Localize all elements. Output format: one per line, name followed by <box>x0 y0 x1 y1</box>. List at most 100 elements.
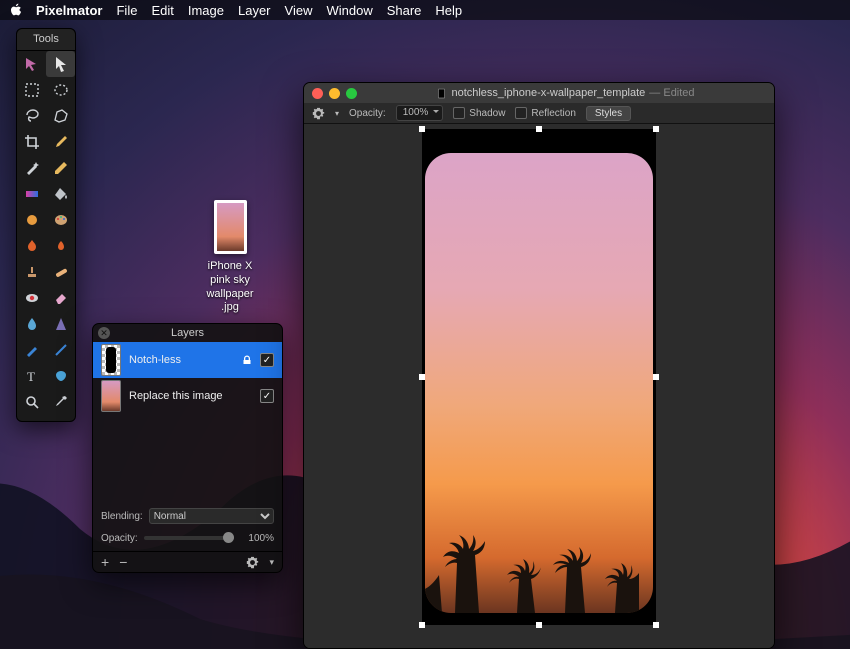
burn-tool-icon[interactable] <box>17 233 46 259</box>
move-tool-icon[interactable] <box>17 51 46 77</box>
canvas[interactable] <box>304 125 774 648</box>
tools-grid: T <box>17 51 75 415</box>
file-thumbnail <box>214 200 247 254</box>
palm-silhouettes <box>425 493 653 613</box>
layers-footer: + − ▾ <box>93 551 282 572</box>
zoom-window-button[interactable] <box>346 88 357 99</box>
layers-header[interactable]: ✕ Layers <box>93 324 282 342</box>
pencil-tool-icon[interactable] <box>46 155 75 181</box>
blending-select[interactable]: Normal <box>149 508 274 524</box>
sharpen-tool-icon[interactable] <box>46 311 75 337</box>
opacity-label: Opacity: <box>101 533 138 544</box>
layer-thumbnail <box>101 344 121 376</box>
layer-name: Replace this image <box>129 390 252 402</box>
layer-row[interactable]: Replace this image ✓ <box>93 378 282 414</box>
selection-handle[interactable] <box>536 126 542 132</box>
titlebar[interactable]: notchless_iphone-x-wallpaper_template — … <box>304 83 774 103</box>
red-eye-tool-icon[interactable] <box>17 285 46 311</box>
opacity-label: Opacity: <box>349 108 386 119</box>
document-title: notchless_iphone-x-wallpaper_template <box>451 87 645 99</box>
menu-share[interactable]: Share <box>387 3 422 18</box>
minimize-window-button[interactable] <box>329 88 340 99</box>
apple-logo-icon[interactable] <box>10 3 22 17</box>
bucket-tool-icon[interactable] <box>46 181 75 207</box>
tools-panel: Tools T <box>16 28 76 422</box>
layers-list: Notch-less ✓ Replace this image ✓ <box>93 342 282 501</box>
file-name: iPhone X pink sky wallpaper .jpg <box>200 260 260 315</box>
svg-text:T: T <box>27 369 35 384</box>
shadow-checkbox[interactable]: Shadow <box>453 107 505 119</box>
selection-handle[interactable] <box>419 126 425 132</box>
menu-view[interactable]: View <box>285 3 313 18</box>
ellipse-select-tool-icon[interactable] <box>46 77 75 103</box>
visibility-checkbox[interactable]: ✓ <box>260 353 274 367</box>
artboard-image <box>425 153 653 613</box>
paint-tool-icon[interactable] <box>46 207 75 233</box>
lock-icon <box>242 355 252 365</box>
chevron-down-icon[interactable]: ▾ <box>269 557 274 568</box>
document-options-bar: ▾ Opacity: 100% Shadow Reflection Styles <box>304 103 774 124</box>
opacity-slider[interactable] <box>144 536 234 540</box>
close-window-button[interactable] <box>312 88 323 99</box>
layer-row[interactable]: Notch-less ✓ <box>93 342 282 378</box>
gear-icon[interactable] <box>246 556 259 569</box>
selection-handle[interactable] <box>419 374 425 380</box>
lasso-tool-icon[interactable] <box>17 103 46 129</box>
dodge-tool-icon[interactable] <box>46 233 75 259</box>
rect-select-tool-icon[interactable] <box>17 77 46 103</box>
warp-tool-icon[interactable] <box>17 207 46 233</box>
eyedropper-tool-icon[interactable] <box>46 389 75 415</box>
selection-handle[interactable] <box>419 622 425 628</box>
chevron-down-icon[interactable]: ▾ <box>335 109 339 118</box>
remove-layer-icon[interactable]: − <box>119 554 127 570</box>
selection-handle[interactable] <box>536 622 542 628</box>
blur-tool-icon[interactable] <box>17 311 46 337</box>
menu-image[interactable]: Image <box>188 3 224 18</box>
gear-icon[interactable] <box>312 107 325 120</box>
close-icon[interactable]: ✕ <box>98 327 110 339</box>
selection-handle[interactable] <box>653 126 659 132</box>
line-tool-icon[interactable] <box>46 337 75 363</box>
document-icon <box>436 88 447 99</box>
styles-button[interactable]: Styles <box>586 106 631 121</box>
opacity-value: 100% <box>240 533 274 544</box>
crop-tool-icon[interactable] <box>17 129 46 155</box>
polygon-lasso-tool-icon[interactable] <box>46 103 75 129</box>
magic-wand-tool-icon[interactable] <box>17 155 46 181</box>
clone-stamp-tool-icon[interactable] <box>17 259 46 285</box>
pointer-tool-icon[interactable] <box>46 51 75 77</box>
shape-tool-icon[interactable] <box>46 363 75 389</box>
selection-handle[interactable] <box>653 622 659 628</box>
menu-edit[interactable]: Edit <box>151 3 173 18</box>
menu-bar: Pixelmator File Edit Image Layer View Wi… <box>0 0 850 20</box>
layers-controls: Blending: Normal Opacity: 100% <box>93 501 282 551</box>
layer-name: Notch-less <box>129 354 234 366</box>
text-tool-icon[interactable]: T <box>17 363 46 389</box>
selection-handle[interactable] <box>653 374 659 380</box>
desktop-file[interactable]: iPhone X pink sky wallpaper .jpg <box>200 200 260 315</box>
zoom-tool-icon[interactable] <box>17 389 46 415</box>
add-layer-icon[interactable]: + <box>101 554 109 570</box>
opacity-dropdown[interactable]: 100% <box>396 105 444 121</box>
eraser-tool-icon[interactable] <box>46 285 75 311</box>
reflection-checkbox[interactable]: Reflection <box>515 107 575 119</box>
menu-file[interactable]: File <box>116 3 137 18</box>
menu-layer[interactable]: Layer <box>238 3 271 18</box>
document-window: notchless_iphone-x-wallpaper_template — … <box>303 82 775 649</box>
blending-label: Blending: <box>101 511 143 522</box>
layers-title: Layers <box>171 327 204 339</box>
pen-tool-icon[interactable] <box>46 129 75 155</box>
gradient-tool-icon[interactable] <box>17 181 46 207</box>
document-edited-indicator: — Edited <box>649 87 694 99</box>
brush-tool-icon[interactable] <box>17 337 46 363</box>
layer-thumbnail <box>101 380 121 412</box>
menu-help[interactable]: Help <box>435 3 462 18</box>
heal-tool-icon[interactable] <box>46 259 75 285</box>
visibility-checkbox[interactable]: ✓ <box>260 389 274 403</box>
artboard[interactable] <box>422 129 656 625</box>
tools-panel-title: Tools <box>17 29 75 51</box>
layers-panel: ✕ Layers Notch-less ✓ Replace this image… <box>92 323 283 573</box>
menu-app-name[interactable]: Pixelmator <box>36 3 102 18</box>
traffic-lights <box>312 88 357 99</box>
menu-window[interactable]: Window <box>326 3 372 18</box>
